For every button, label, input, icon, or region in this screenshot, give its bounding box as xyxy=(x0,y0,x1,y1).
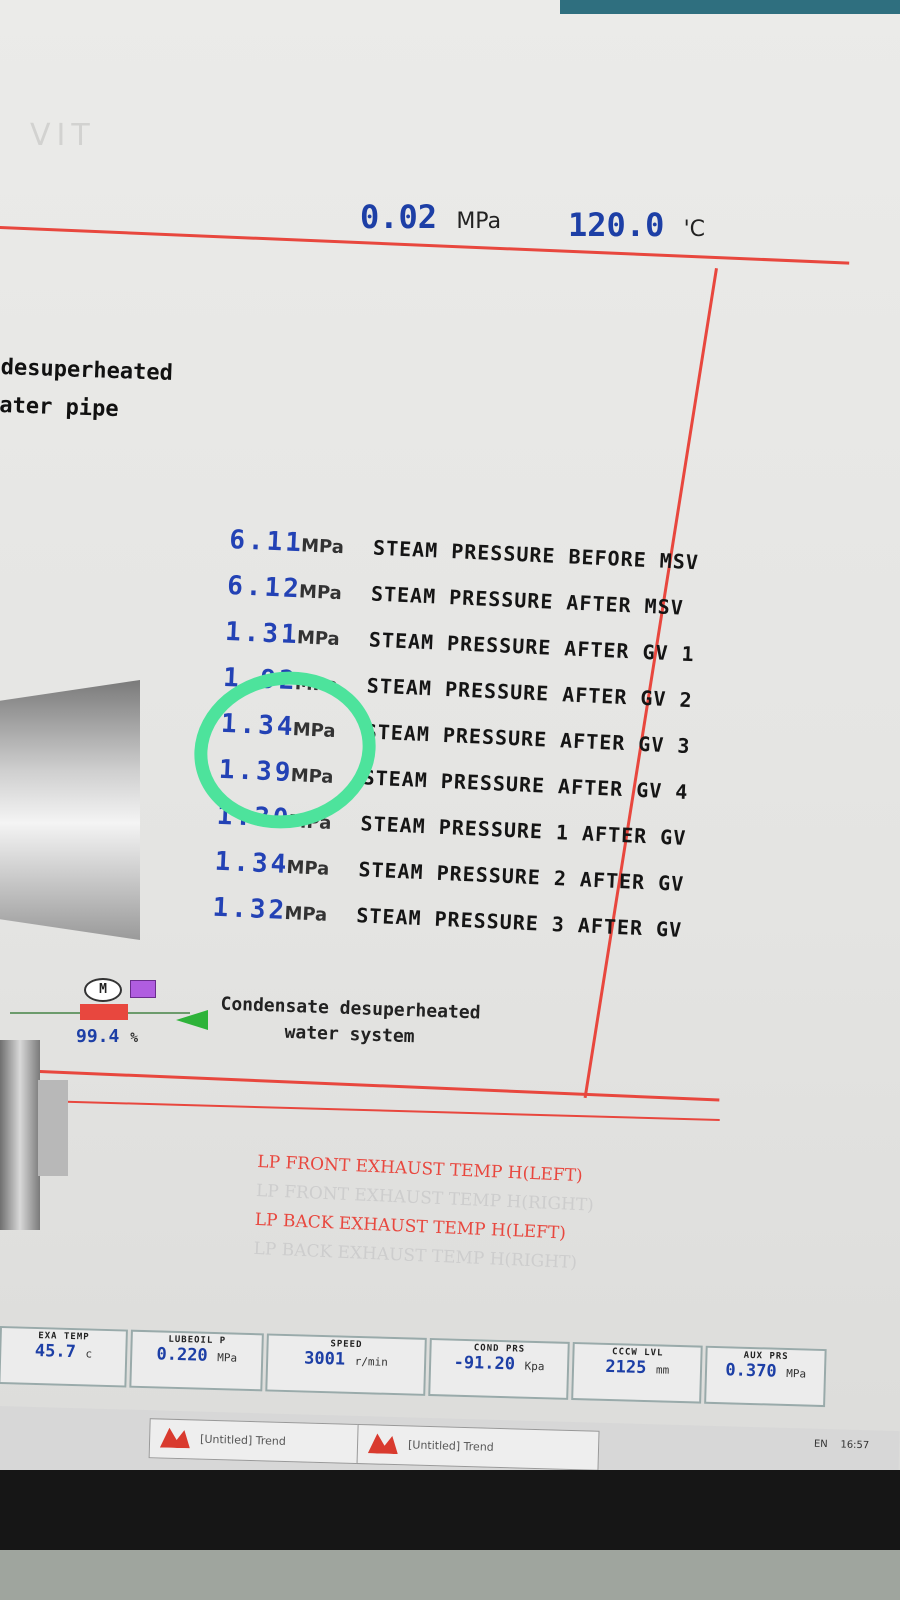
taskbar-item-trend-1[interactable]: [Untitled] Trend xyxy=(148,1418,392,1465)
reading-value: 6.11 xyxy=(228,525,305,559)
status-unit: r/min xyxy=(354,1354,388,1369)
turbine-graphic xyxy=(0,680,140,940)
desk-surface xyxy=(0,1550,900,1600)
taskbar-item-label: [Untitled] Trend xyxy=(199,1432,287,1448)
status-value: 2125 xyxy=(605,1356,647,1379)
vertical-pipe xyxy=(0,1040,40,1230)
reading-unit: MPa xyxy=(286,856,330,880)
reading-value: 1.34 xyxy=(214,846,290,881)
reading-value: 1.32 xyxy=(211,892,288,926)
header-temp-value: 120.0 xyxy=(568,206,665,244)
status-value: 0.370 xyxy=(725,1360,777,1382)
taskbar-item-label: [Untitled] Trend xyxy=(407,1438,494,1454)
status-unit: MPa xyxy=(786,1366,807,1381)
status-bar: EXA TEMP 45.7 c LUBEOIL P 0.220 MPa SPEE… xyxy=(0,1326,830,1408)
clock[interactable]: 16:57 xyxy=(840,1439,869,1451)
header-temp-unit: 'C xyxy=(683,217,706,242)
motor-icon[interactable]: M xyxy=(84,978,122,1002)
status-value: 0.220 xyxy=(156,1344,208,1366)
status-unit: Kpa xyxy=(524,1359,545,1374)
valve-percent-value: 99.4 xyxy=(76,1026,120,1047)
pipe-label-line: desuperheated xyxy=(0,355,174,387)
trend-app-icon xyxy=(160,1427,191,1448)
status-cell[interactable]: AUX PRS 0.370 MPa xyxy=(704,1345,827,1408)
status-value: -91.20 xyxy=(453,1352,516,1375)
status-value: 45.7 xyxy=(34,1340,77,1363)
taskbar-item-trend-2[interactable]: [Untitled] Trend xyxy=(356,1423,600,1471)
pipe-label: desuperheated ater pipe xyxy=(0,349,173,431)
frame-border-bottom-outer xyxy=(39,1100,720,1121)
pipe-label-line: ater pipe xyxy=(0,392,119,423)
reading-unit: MPa xyxy=(298,581,343,605)
valve-percent-unit: % xyxy=(130,1031,139,1046)
valve-opening: 99.4 % xyxy=(76,1026,138,1047)
header-temperature: 120.0 'C xyxy=(568,206,705,244)
frame-border-bottom xyxy=(39,1070,720,1102)
reading-unit: MPa xyxy=(283,902,328,926)
reading-unit: MPa xyxy=(296,627,341,651)
status-cell[interactable]: EXA TEMP 45.7 c xyxy=(0,1326,129,1388)
valve-status-bar[interactable] xyxy=(80,1004,128,1020)
status-unit: mm xyxy=(655,1363,670,1377)
status-cell[interactable]: COND PRS -91.20 Kpa xyxy=(428,1338,570,1400)
header-pressure: 0.02 MPa xyxy=(360,198,501,236)
reading-label: STEAM PRESSURE BEFORE MSV xyxy=(372,535,700,575)
flow-arrow-icon xyxy=(176,1010,208,1030)
system-tray: EN 16:57 xyxy=(814,1439,870,1452)
language-indicator[interactable]: EN xyxy=(814,1439,828,1450)
ghost-title: VIT xyxy=(30,118,96,153)
hmi-screen: VIT 0.02 MPa 120.0 'C desuperheated ater… xyxy=(0,0,900,1496)
status-cell[interactable]: LUBEOIL P 0.220 MPa xyxy=(129,1329,264,1392)
reading-unit: MPa xyxy=(300,535,345,559)
pipe-fitting xyxy=(38,1080,68,1176)
status-unit: c xyxy=(85,1347,93,1361)
alarm-list: LP FRONT EXHAUST TEMP H(LEFT) LP FRONT E… xyxy=(253,1148,596,1279)
condensate-system-label: Condensate desuperheated water system xyxy=(219,991,481,1052)
monitor-bezel xyxy=(560,0,900,14)
status-cell[interactable]: SPEED 3001 r/min xyxy=(265,1333,427,1396)
status-indicator-icon[interactable] xyxy=(130,980,156,998)
reading-value: 6.12 xyxy=(226,570,303,605)
status-value: 3001 xyxy=(303,1348,346,1370)
reading-value: 1.31 xyxy=(224,616,301,651)
trend-app-icon xyxy=(368,1433,399,1454)
status-title: SPEED xyxy=(330,1339,363,1351)
header-pressure-unit: MPa xyxy=(456,209,502,234)
status-unit: MPa xyxy=(217,1351,238,1365)
status-cell[interactable]: CCCW LVL 2125 mm xyxy=(571,1342,704,1404)
header-pressure-value: 0.02 xyxy=(360,198,438,236)
